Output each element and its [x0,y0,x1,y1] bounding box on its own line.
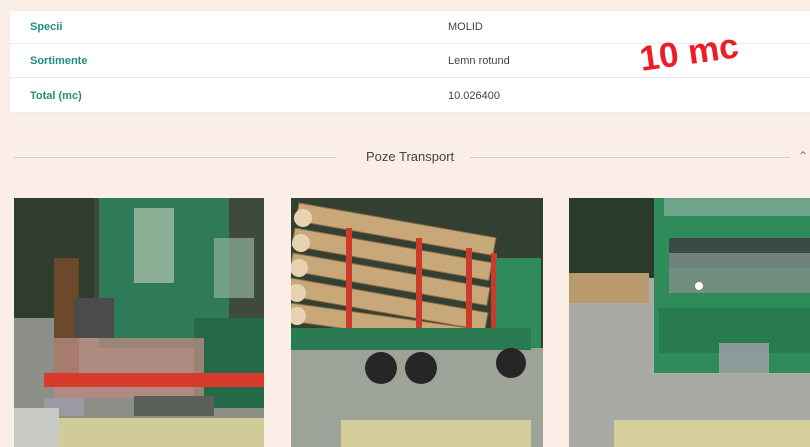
total-value: 10.026400 [448,89,500,102]
transport-section-header[interactable]: Poze Transport ⌃ [14,149,810,167]
assortment-label: Sortimente [30,55,88,67]
transport-section-title: Poze Transport [366,149,455,164]
transport-photo-1[interactable] [14,198,264,447]
species-label: Specii [30,21,63,33]
details-row-total: Total (mc) 10.026400 [10,79,810,112]
assortment-value: Lemn rotund [448,55,510,67]
divider-line-left [14,157,336,158]
transport-photo-3[interactable] [569,198,810,447]
chevron-up-icon[interactable]: ⌃ [798,149,808,163]
species-value: MOLID [448,21,483,33]
divider-line-right [470,157,790,158]
total-label: Total (mc) [30,89,82,102]
transport-photo-2[interactable] [291,198,543,447]
